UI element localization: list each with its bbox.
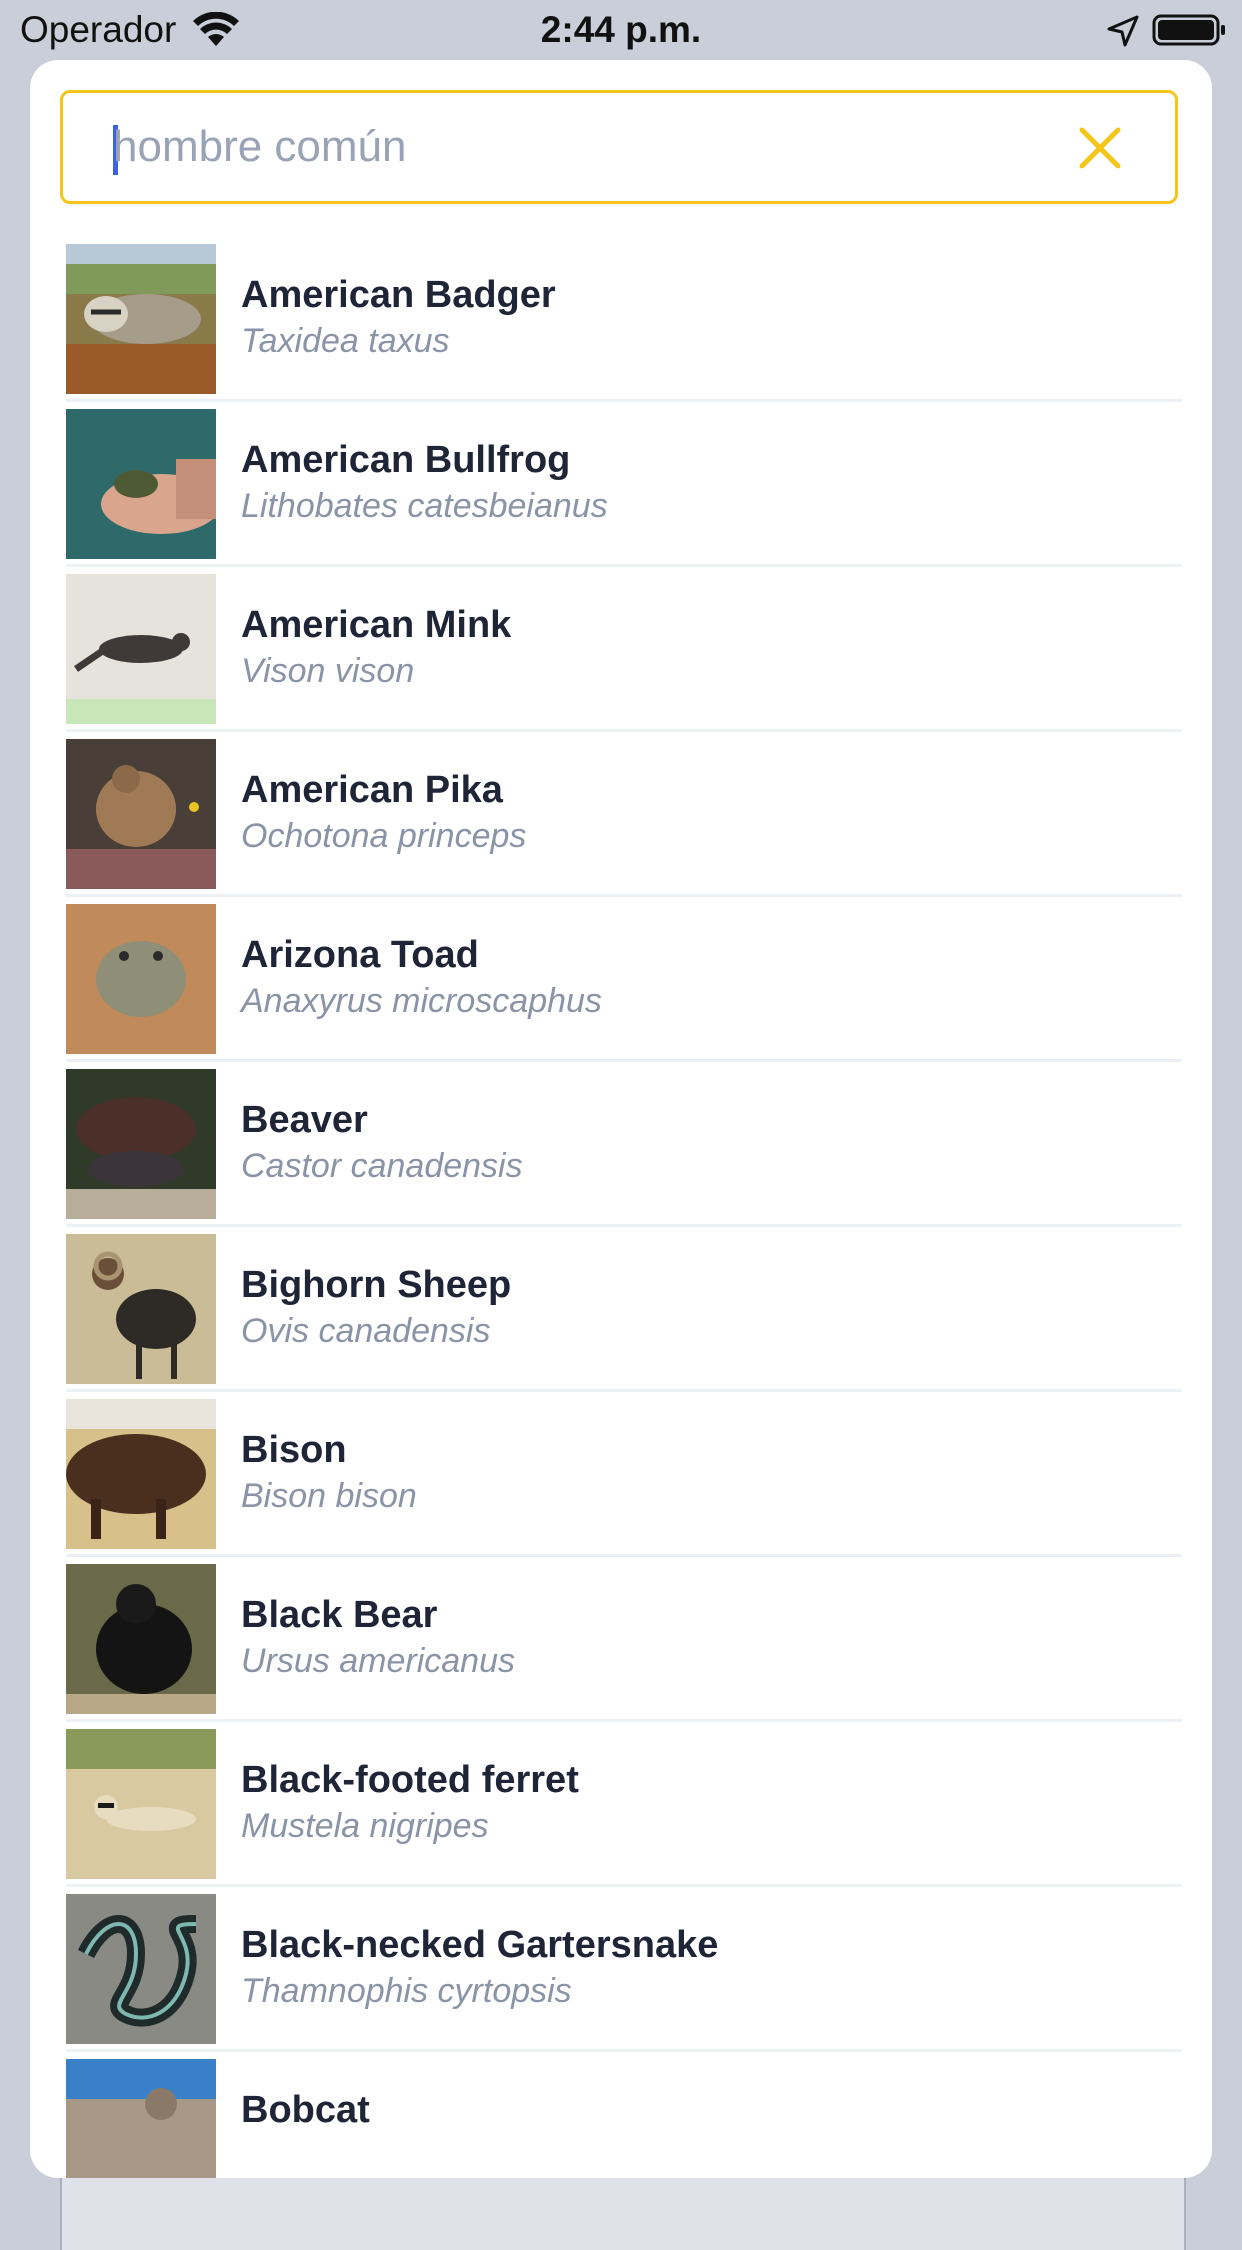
divider (66, 729, 1182, 732)
species-thumbnail (66, 409, 216, 559)
divider (66, 1554, 1182, 1557)
list-item-american-badger[interactable]: American Badger Taxidea taxus (66, 244, 1212, 409)
list-item-bighorn-sheep[interactable]: Bighorn Sheep Ovis canadensis (66, 1234, 1212, 1399)
common-name: Black Bear (241, 1594, 438, 1636)
scientific-name: Thamnophis cyrtopsis (241, 1972, 572, 2010)
divider (66, 2049, 1182, 2052)
species-thumbnail (66, 904, 216, 1054)
species-thumbnail (66, 739, 216, 889)
list-item-american-bullfrog[interactable]: American Bullfrog Lithobates catesbeianu… (66, 409, 1212, 574)
scientific-name: Taxidea taxus (241, 322, 450, 360)
scientific-name: Ochotona princeps (241, 817, 527, 855)
scientific-name: Bison bison (241, 1477, 417, 1515)
list-item-american-pika[interactable]: American Pika Ochotona princeps (66, 739, 1212, 904)
species-thumbnail (66, 244, 216, 394)
list-item-black-footed-ferret[interactable]: Black-footed ferret Mustela nigripes (66, 1729, 1212, 1894)
common-name: Bighorn Sheep (241, 1264, 512, 1306)
divider (66, 564, 1182, 567)
list-item-american-mink[interactable]: American Mink Vison vison (66, 574, 1212, 739)
common-name: Black-necked Gartersnake (241, 1924, 719, 1966)
species-thumbnail (66, 1069, 216, 1219)
species-thumbnail (66, 1234, 216, 1384)
list-item-black-necked-gartersnake[interactable]: Black-necked Gartersnake Thamnophis cyrt… (66, 1894, 1212, 2059)
scientific-name: Vison vison (241, 652, 415, 690)
divider (66, 1224, 1182, 1227)
list-item-arizona-toad[interactable]: Arizona Toad Anaxyrus microscaphus (66, 904, 1212, 1069)
species-list: American Badger Taxidea taxus American B… (66, 244, 1212, 2178)
scientific-name: Anaxyrus microscaphus (241, 982, 602, 1020)
species-thumbnail (66, 1894, 216, 2044)
common-name: Black-footed ferret (241, 1759, 579, 1801)
search-input[interactable] (113, 115, 1013, 179)
list-item-beaver[interactable]: Beaver Castor canadensis (66, 1069, 1212, 1234)
common-name: Bison (241, 1429, 347, 1471)
divider (66, 399, 1182, 402)
common-name: American Pika (241, 769, 503, 811)
species-thumbnail (66, 1564, 216, 1714)
clock: 2:44 p.m. (540, 9, 702, 50)
species-thumbnail (66, 574, 216, 724)
list-item-bobcat[interactable]: Bobcat (66, 2059, 1212, 2178)
species-thumbnail (66, 2059, 216, 2178)
species-thumbnail (66, 1729, 216, 1879)
species-search-sheet: American Badger Taxidea taxus American B… (30, 60, 1212, 2178)
divider (66, 894, 1182, 897)
status-bar: Operador 2:44 p.m. (0, 0, 1242, 60)
location-arrow-icon (1107, 15, 1139, 47)
common-name: American Badger (241, 274, 556, 316)
list-item-bison[interactable]: Bison Bison bison (66, 1399, 1212, 1564)
list-item-black-bear[interactable]: Black Bear Ursus americanus (66, 1564, 1212, 1729)
common-name: Bobcat (241, 2089, 370, 2131)
battery-icon (1152, 14, 1225, 46)
species-thumbnail (66, 1399, 216, 1549)
scientific-name: Castor canadensis (241, 1147, 523, 1185)
search-field[interactable] (60, 90, 1178, 204)
divider (66, 1719, 1182, 1722)
scientific-name: Ovis canadensis (241, 1312, 491, 1350)
common-name: American Bullfrog (241, 439, 571, 481)
close-icon[interactable] (1075, 123, 1125, 173)
divider (66, 1059, 1182, 1062)
divider (66, 1389, 1182, 1392)
common-name: Beaver (241, 1099, 368, 1141)
scientific-name: Mustela nigripes (241, 1807, 489, 1845)
divider (66, 1884, 1182, 1887)
scientific-name: Lithobates catesbeianus (241, 487, 608, 525)
common-name: Arizona Toad (241, 934, 479, 976)
scientific-name: Ursus americanus (241, 1642, 515, 1680)
common-name: American Mink (241, 604, 512, 646)
